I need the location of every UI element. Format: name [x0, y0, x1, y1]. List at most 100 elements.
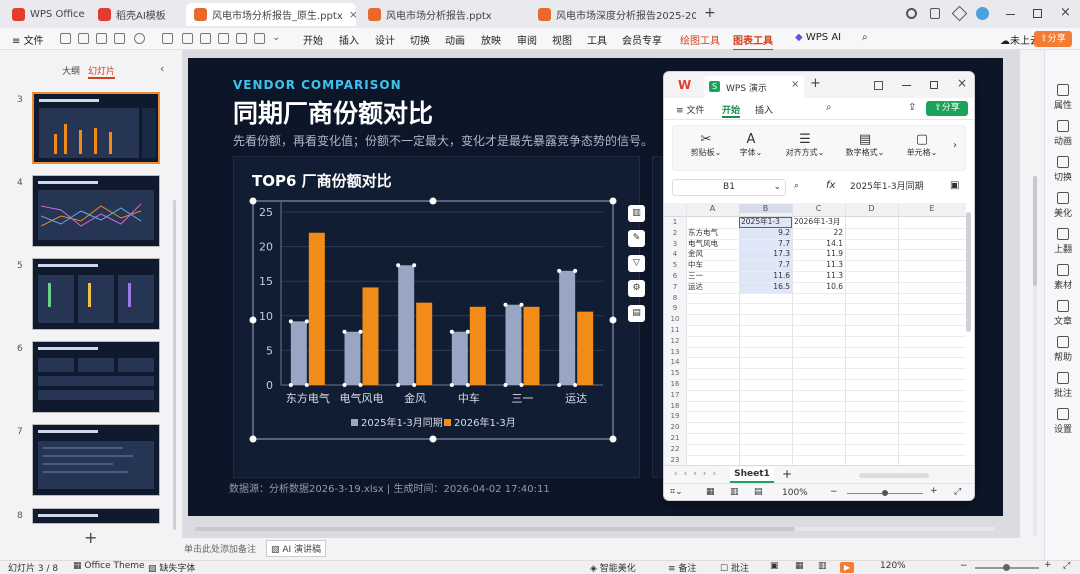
theme-name[interactable]: ▦ Office Theme	[73, 561, 145, 571]
resize-handle[interactable]	[609, 197, 617, 205]
menu-insert[interactable]: 插入	[339, 32, 359, 47]
slide-thumbnail-6[interactable]	[32, 341, 160, 413]
column-header[interactable]: D	[845, 204, 898, 213]
zoom-slider[interactable]	[975, 564, 1039, 571]
print-icon[interactable]	[96, 33, 107, 44]
cell[interactable]: 东方电气	[688, 228, 737, 239]
ribbon-tab-start[interactable]: 开始	[722, 103, 741, 118]
cell[interactable]: 14.1	[794, 239, 843, 250]
expand-formula-icon[interactable]: ▣	[950, 180, 959, 191]
tab-pptx-3[interactable]: 风电市场深度分析报告2025-2026.p	[530, 3, 696, 26]
spreadsheet-window[interactable]: W S WPS 演示 × + × ≡ 文件 开始 插入 ⌕ ⇪ ⇪分享 ✂ 剪贴板…	[663, 71, 975, 501]
play-slideshow-button[interactable]: ▶	[840, 562, 854, 573]
menu-chart-tools[interactable]: 图表工具	[733, 32, 773, 51]
font-group[interactable]: A 字体⌄	[731, 132, 771, 158]
ribbon-tab-insert[interactable]: 插入	[755, 103, 773, 116]
missing-font[interactable]: ▧ 缺失字体	[148, 561, 195, 574]
menu-file[interactable]: ≡ 文件	[676, 103, 704, 116]
paste-icon[interactable]	[218, 33, 229, 44]
column-header[interactable]: A	[686, 204, 739, 213]
cell[interactable]: 17.3	[741, 249, 790, 260]
row-header[interactable]: 1	[664, 217, 686, 228]
share-button[interactable]: ⇪分享	[926, 101, 968, 116]
cell[interactable]: 11.3	[794, 260, 843, 271]
row-header[interactable]: 15	[664, 368, 686, 379]
row-header[interactable]: 10	[664, 314, 686, 325]
page-view-icon[interactable]: ▥	[730, 487, 739, 497]
formula-bar[interactable]: 2025年1-3月同期	[850, 179, 942, 196]
canvas-h-scrollbar[interactable]	[195, 527, 995, 531]
cell[interactable]: 11.9	[794, 249, 843, 260]
row-header[interactable]: 22	[664, 443, 686, 455]
namebox[interactable]: B1 ⌄	[672, 179, 786, 196]
add-sheet-icon[interactable]: +	[782, 467, 792, 481]
slide-thumbnail-7[interactable]	[32, 424, 160, 496]
menu-draw-tools[interactable]: 绘图工具	[680, 32, 720, 47]
cell[interactable]: 三一	[688, 271, 737, 282]
ai-speech-button[interactable]: ▧ AI 演讲稿	[266, 540, 327, 557]
notes-placeholder[interactable]: 单击此处添加备注	[184, 542, 256, 555]
cell[interactable]: 9.2	[741, 228, 790, 239]
tab-slides[interactable]: 幻灯片	[88, 64, 116, 79]
zoom-level[interactable]: 100%	[782, 488, 808, 498]
more-chevron-icon[interactable]: ⌄	[272, 32, 280, 43]
h-scrollbar[interactable]	[859, 473, 929, 478]
row-header[interactable]: 11	[664, 325, 686, 336]
tab-outline[interactable]: 大纲	[62, 64, 80, 77]
tab-wps-office[interactable]: WPS Office	[4, 3, 88, 26]
beautify-item[interactable]: 美化	[1045, 192, 1080, 219]
help-item[interactable]: 帮助	[1045, 336, 1080, 363]
cell[interactable]: 7.7	[741, 239, 790, 250]
comment-toggle[interactable]: ☐ 批注	[720, 561, 749, 574]
normal-view-icon[interactable]: ▦	[706, 487, 715, 497]
cell[interactable]: 中车	[688, 260, 737, 271]
select-icon[interactable]	[254, 33, 265, 44]
skin-icon[interactable]	[951, 5, 968, 22]
cell-grid[interactable]: A B C D E 1 2 3 4 5 6 7 8 9 10 11 12 13 14 15 16 17 18 19 20 21 22…	[664, 203, 974, 478]
column-header[interactable]: C	[792, 204, 845, 213]
cut-icon[interactable]	[182, 33, 193, 44]
number-format-group[interactable]: ▤ 数字格式⌄	[837, 132, 893, 158]
sorter-view-icon[interactable]: ▦	[795, 561, 804, 571]
collapse-panel-icon[interactable]: ‹	[160, 62, 164, 75]
cell[interactable]: 10.6	[794, 282, 843, 293]
material-item[interactable]: 素材	[1045, 264, 1080, 291]
article-item[interactable]: 文章	[1045, 300, 1080, 327]
maximize-icon[interactable]	[930, 81, 938, 89]
row-header[interactable]: 8	[664, 292, 686, 304]
notes-toggle[interactable]: ≡ 备注	[668, 561, 696, 574]
row-header[interactable]: 20	[664, 422, 686, 433]
menu-animation[interactable]: 动画	[445, 32, 465, 47]
sheet-nav-icon[interactable]: ‹‹›››	[674, 469, 722, 479]
upload-icon[interactable]: ⇪	[908, 102, 916, 113]
break-view-icon[interactable]: ▤	[754, 487, 763, 497]
row-header[interactable]: 14	[664, 357, 686, 369]
row-header[interactable]: 16	[664, 379, 686, 390]
cell[interactable]	[688, 217, 737, 228]
minimize-icon[interactable]	[1006, 14, 1015, 15]
slide-thumbnail-8[interactable]	[32, 508, 160, 524]
bar-chart[interactable]: TOP6 厂商份额对比 0510152025 东方电气 电气风电 金风 中车 三一 运达 …	[233, 156, 640, 478]
chart-elements-icon[interactable]: ▥	[628, 205, 645, 222]
menu-view[interactable]: 视图	[552, 32, 572, 47]
search-icon[interactable]: ⌕	[826, 102, 832, 113]
ribbon-next-icon[interactable]: ›	[953, 140, 957, 151]
view-mode-icon[interactable]: ⌗⌄	[670, 487, 683, 497]
clear-icon[interactable]	[236, 33, 247, 44]
search-icon[interactable]: ⌕	[794, 181, 799, 191]
tab-active-pptx[interactable]: 风电市场分析报告_原生.pptx ×	[186, 3, 356, 26]
v-scrollbar[interactable]	[966, 212, 971, 332]
cell[interactable]: 11.6	[741, 271, 790, 282]
account-icon[interactable]	[906, 8, 917, 19]
tab-ai-template[interactable]: 稻壳AI模板	[90, 3, 182, 26]
cell[interactable]: 电气风电	[688, 239, 737, 250]
cell[interactable]: 运达	[688, 282, 737, 293]
chart-style-icon[interactable]: ✎	[628, 230, 645, 247]
close-window-icon[interactable]: ×	[1060, 5, 1071, 20]
row-header[interactable]: 7	[664, 281, 686, 293]
avatar[interactable]	[976, 7, 989, 20]
undo-icon[interactable]	[134, 33, 145, 44]
zoom-level[interactable]: 120%	[880, 561, 906, 571]
menu-start[interactable]: 开始	[303, 32, 323, 47]
menu-tools[interactable]: 工具	[587, 32, 607, 47]
